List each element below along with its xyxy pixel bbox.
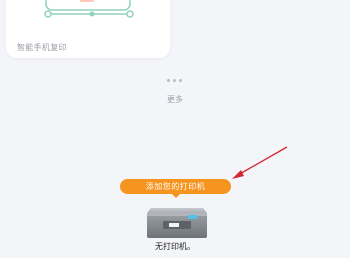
printer-icon[interactable] [145, 204, 209, 240]
phone-copy-icon [44, 0, 134, 18]
more-button[interactable]: 更多 [0, 94, 350, 105]
no-printer-status: 无打印机。 [155, 242, 195, 251]
card-label: 智能手机复印 [17, 43, 67, 52]
more-dots-icon[interactable] [167, 79, 187, 85]
add-printer-button[interactable]: 添加您的打印机 [120, 179, 231, 194]
smart-phone-copy-card[interactable]: 智能手机复印 [6, 0, 170, 58]
add-printer-pointer [171, 193, 181, 198]
